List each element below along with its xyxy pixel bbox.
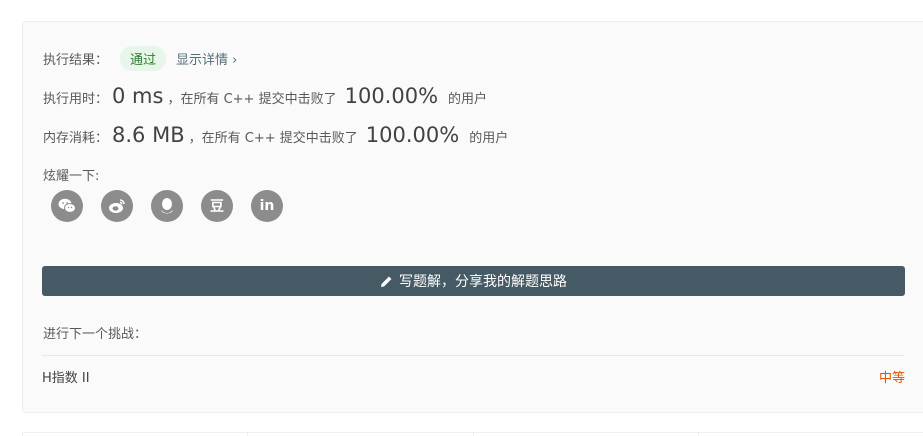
status-badge: 通过 xyxy=(120,46,167,71)
douban-icon[interactable]: 豆 xyxy=(201,190,233,222)
runtime-beat-text: ，在所有 C++ 提交中击败了 xyxy=(167,92,337,107)
runtime-value: 0 ms xyxy=(112,84,164,108)
divider xyxy=(42,355,904,356)
pencil-icon xyxy=(381,276,392,287)
write-solution-button[interactable]: 写题解，分享我的解题思路 xyxy=(42,266,905,296)
runtime-suffix: 的用户 xyxy=(448,92,488,107)
next-problem-link[interactable]: H指数 II xyxy=(42,367,90,386)
qq-icon[interactable] xyxy=(151,190,183,222)
result-card: 执行结果： 通过 显示详情 › 执行用时： 0 ms ，在所有 C++ 提交中击… xyxy=(22,21,923,413)
bottom-tab[interactable] xyxy=(472,432,698,436)
memory-row: 内存消耗： 8.6 MB ，在所有 C++ 提交中击败了 100.00% 的用户 xyxy=(43,123,508,147)
share-label: 炫耀一下: xyxy=(43,169,100,184)
bottom-tab-strip xyxy=(22,432,923,436)
difficulty-badge: 中等 xyxy=(878,371,905,386)
memory-label: 内存消耗： xyxy=(43,131,109,146)
share-icons: 豆 in xyxy=(51,190,283,222)
runtime-row: 执行用时： 0 ms ，在所有 C++ 提交中击败了 100.00% 的用户 xyxy=(43,84,487,108)
runtime-label: 执行用时： xyxy=(43,92,109,107)
result-label: 执行结果： xyxy=(43,53,109,68)
runtime-percent: 100.00% xyxy=(344,84,439,108)
memory-suffix: 的用户 xyxy=(469,131,509,146)
memory-percent: 100.00% xyxy=(365,123,460,147)
memory-value: 8.6 MB xyxy=(112,123,185,147)
show-details-link[interactable]: 显示详情 › xyxy=(176,49,237,68)
linkedin-icon[interactable]: in xyxy=(251,190,283,222)
weibo-icon[interactable] xyxy=(101,190,133,222)
memory-beat-text: ，在所有 C++ 提交中击败了 xyxy=(188,131,358,146)
next-challenge-label: 进行下一个挑战： xyxy=(43,327,148,342)
result-row: 执行结果： 通过 显示详情 › xyxy=(43,46,237,71)
bottom-tab[interactable] xyxy=(697,432,923,436)
share-row: 炫耀一下: xyxy=(43,165,99,184)
next-challenge-row: 进行下一个挑战： xyxy=(43,323,147,342)
bottom-tab[interactable] xyxy=(247,432,473,436)
wechat-icon[interactable] xyxy=(51,190,83,222)
write-solution-label: 写题解，分享我的解题思路 xyxy=(399,274,567,290)
bottom-tab[interactable] xyxy=(22,432,248,436)
